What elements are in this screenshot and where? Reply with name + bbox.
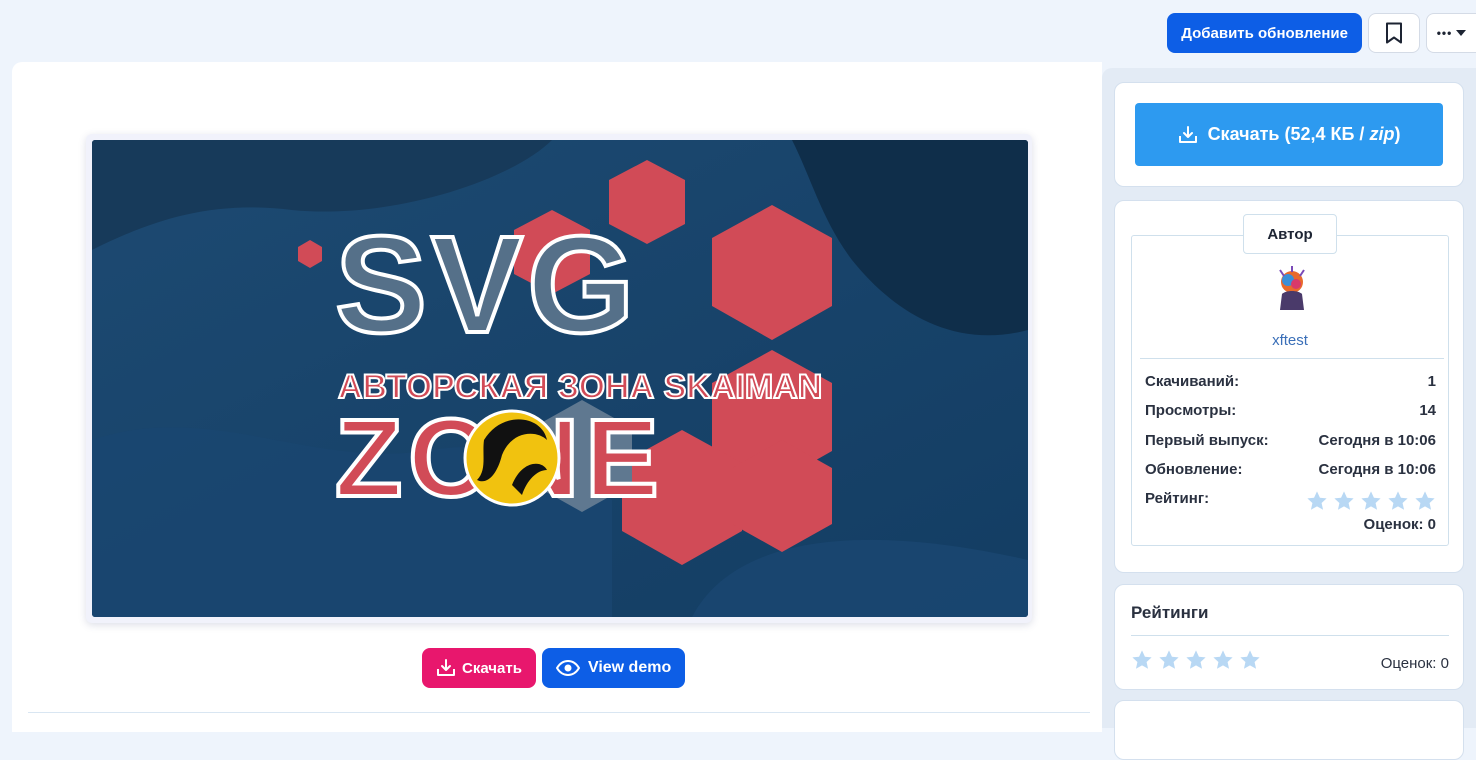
ratings-block: Рейтинги Оценок: 0 (1114, 584, 1464, 690)
author-block: Автор xftest Скачиваний: 1 Просмотры: 14… (1114, 200, 1464, 573)
bookmark-button[interactable] (1368, 13, 1420, 53)
star-icon (1132, 650, 1152, 669)
add-update-button[interactable]: Добавить обновление (1167, 13, 1362, 53)
stat-value: 14 (1419, 402, 1436, 419)
sidebar: Скачать (52,4 КБ / zip) Автор xftest Ска… (1102, 68, 1476, 760)
star-icon[interactable] (1360, 490, 1382, 512)
sidebar-next-block (1114, 700, 1464, 760)
author-info: xftest Скачиваний: 1 Просмотры: 14 Первы… (1131, 235, 1449, 546)
stat-label: Первый выпуск: (1145, 432, 1269, 449)
stat-value: 1 (1427, 373, 1436, 390)
top-actions: Добавить обновление ••• (1167, 13, 1476, 53)
ratings-title: Рейтинги (1131, 603, 1209, 622)
download-button-label: Скачать (52,4 КБ / zip) (1207, 124, 1401, 144)
divider (1131, 635, 1449, 636)
download-block: Скачать (52,4 КБ / zip) (1114, 82, 1464, 187)
stat-updated: Обновление: Сегодня в 10:06 (1145, 461, 1436, 478)
download-icon (1178, 125, 1197, 143)
download-icon (437, 659, 455, 676)
stat-value: Сегодня в 10:06 (1318, 461, 1436, 478)
star-icon[interactable] (1387, 490, 1409, 512)
download-button-small[interactable]: Скачать (422, 648, 536, 688)
stat-label: Обновление: (1145, 461, 1243, 478)
star-icon (1186, 650, 1206, 669)
rating-stars[interactable] (1306, 490, 1436, 512)
star-icon[interactable] (1414, 490, 1436, 512)
stat-label: Скачиваний: (1145, 373, 1240, 390)
rating-count: Оценок: 0 (1363, 516, 1436, 533)
star-icon[interactable] (1306, 490, 1328, 512)
star-icon (1159, 650, 1179, 669)
more-dots-icon: ••• (1436, 26, 1453, 40)
stat-label: Просмотры: (1145, 402, 1237, 419)
divider (28, 712, 1090, 713)
cover-title-svg: SVG (335, 208, 638, 362)
ratings-count: Оценок: 0 (1380, 655, 1449, 672)
resource-main-card: SVG АВТОРСКАЯ ЗОНА SKAIMAN ZONE Скачать … (12, 62, 1102, 732)
stat-rating: Рейтинг: (1145, 490, 1436, 512)
stat-value: Сегодня в 10:06 (1318, 432, 1436, 449)
stat-first-release: Первый выпуск: Сегодня в 10:06 (1145, 432, 1436, 449)
stat-downloads: Скачиваний: 1 (1145, 373, 1436, 390)
cover-image[interactable]: SVG АВТОРСКАЯ ЗОНА SKAIMAN ZONE (92, 140, 1028, 617)
eye-icon (555, 660, 580, 676)
view-demo-button[interactable]: View demo (541, 648, 686, 688)
caret-down-icon (1456, 30, 1467, 36)
more-options-button[interactable]: ••• (1426, 13, 1476, 53)
view-demo-label: View demo (587, 659, 672, 676)
author-name-link[interactable]: xftest (1132, 332, 1448, 349)
author-tab: Автор (1243, 214, 1337, 254)
ratings-stars (1131, 649, 1261, 671)
star-icon[interactable] (1333, 490, 1355, 512)
cover-actions: Скачать View demo (422, 648, 686, 688)
download-label: Скачать (462, 659, 522, 677)
download-button[interactable]: Скачать (52,4 КБ / zip) (1135, 103, 1443, 166)
star-icon (1240, 650, 1260, 669)
bookmark-icon (1386, 22, 1402, 44)
stat-label: Рейтинг: (1145, 490, 1210, 507)
avatar[interactable] (1268, 264, 1316, 312)
star-icon (1213, 650, 1233, 669)
stat-views: Просмотры: 14 (1145, 402, 1436, 419)
cover-image-frame: SVG АВТОРСКАЯ ЗОНА SKAIMAN ZONE (86, 134, 1032, 623)
divider (1140, 358, 1444, 359)
